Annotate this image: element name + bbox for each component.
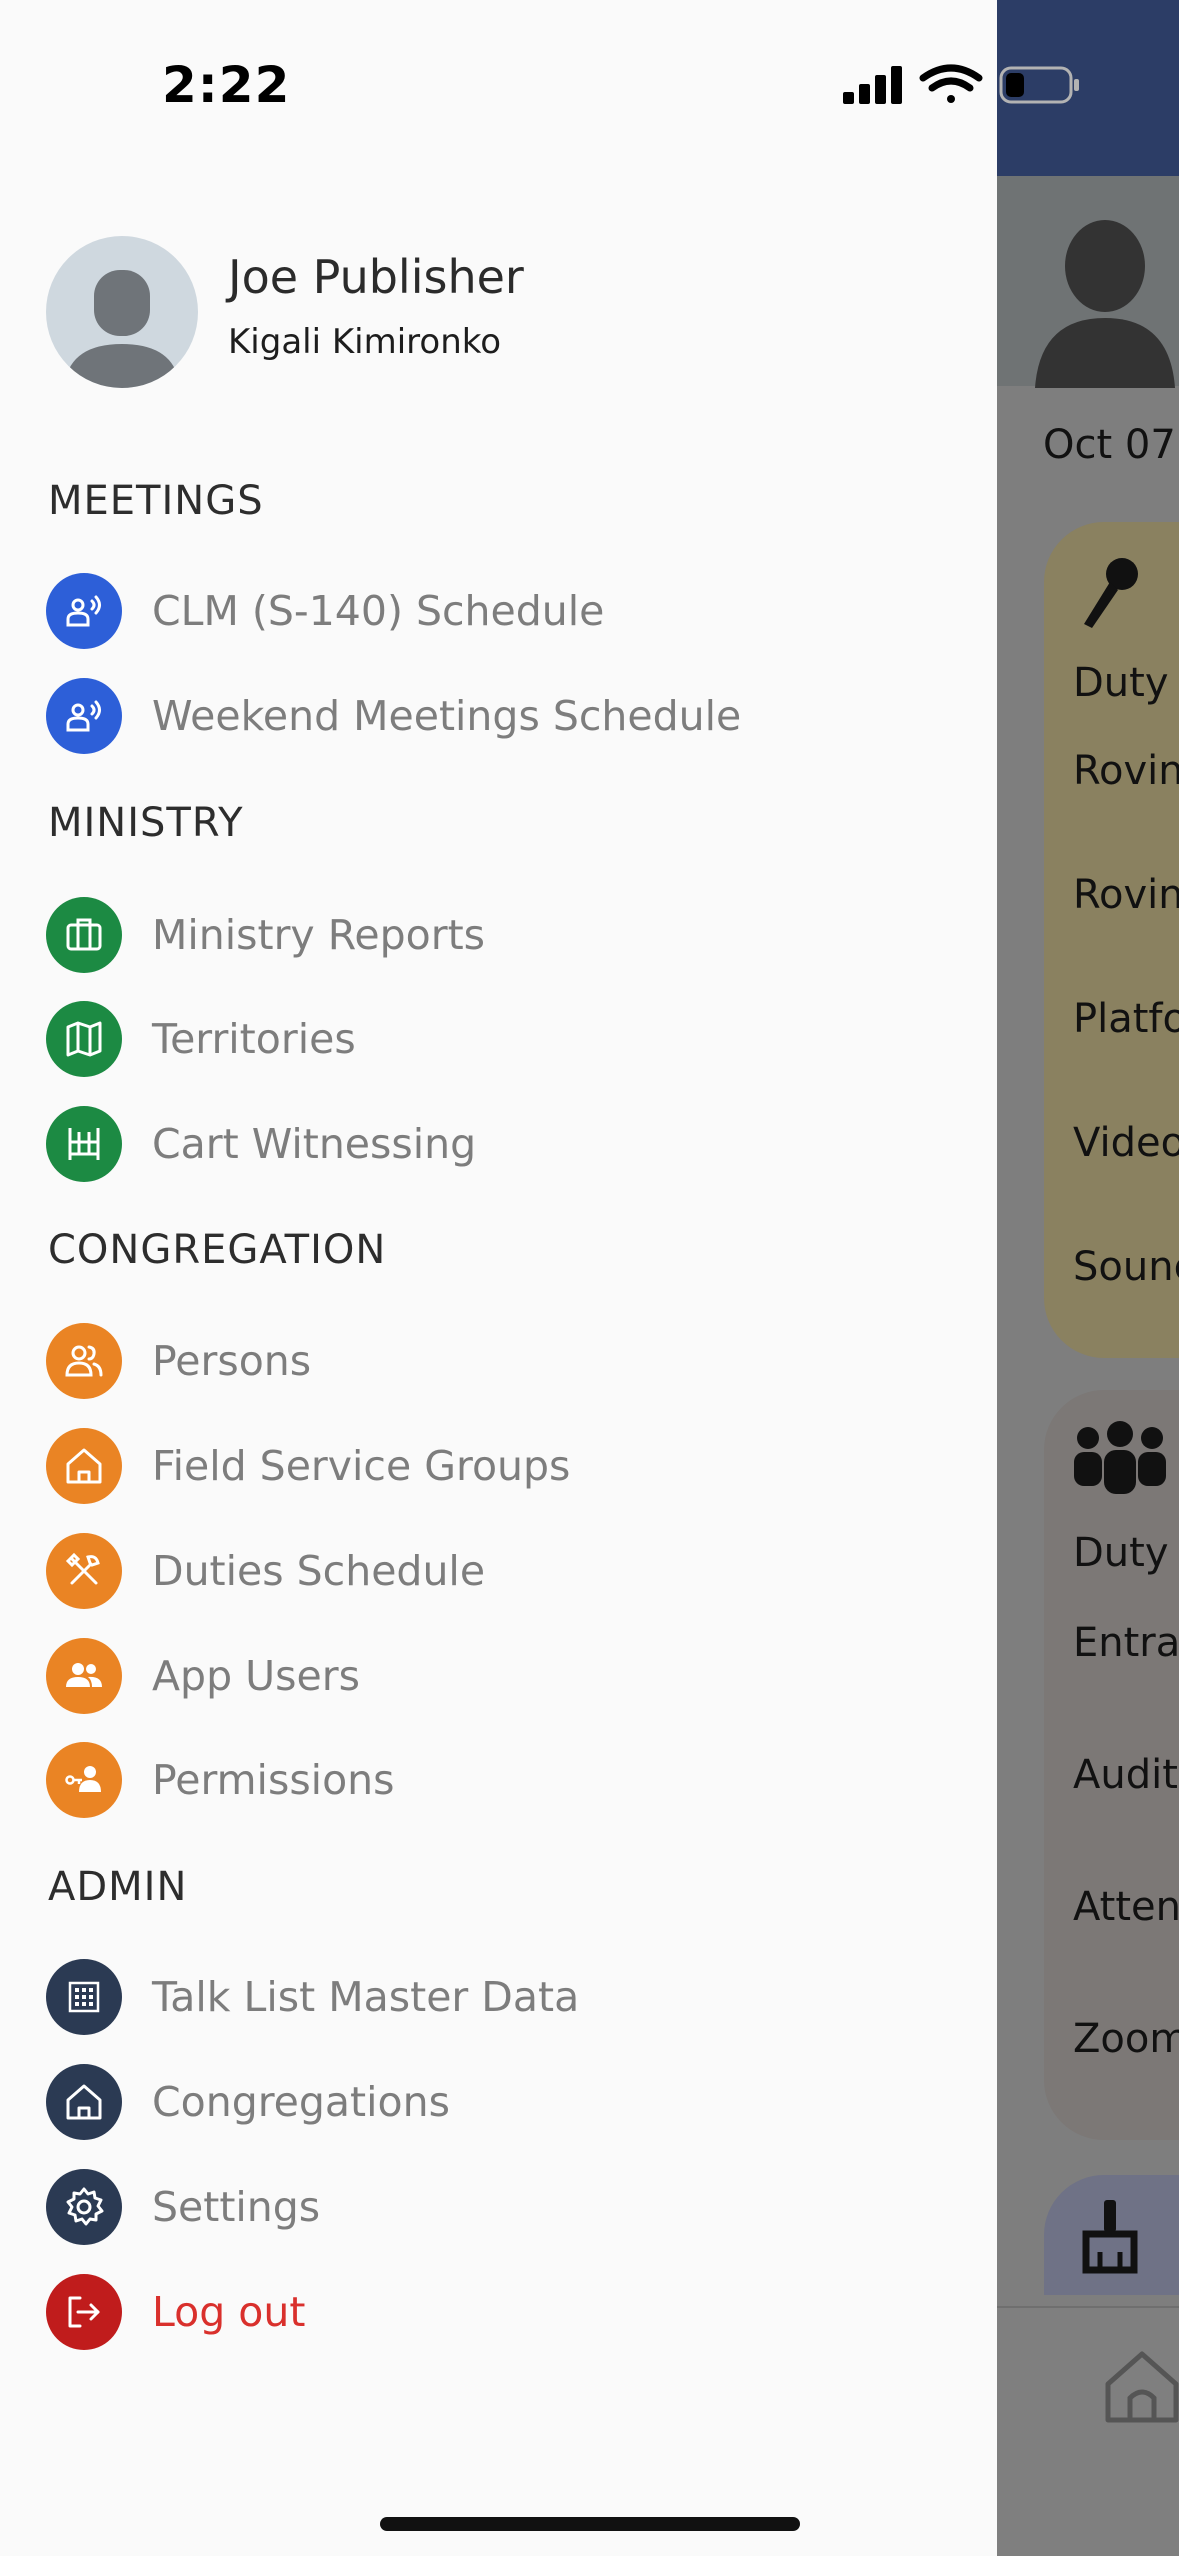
nav-item-label: Duties Schedule [152, 1547, 486, 1595]
card1-row: Duty [1073, 660, 1169, 706]
status-time: 2:22 [162, 56, 291, 114]
navigation-drawer: 2:22 Joe Publisher Kigali Kimironko MEET… [0, 0, 1079, 2556]
status-icons [843, 64, 1079, 104]
tools-icon [46, 1533, 122, 1609]
section-ministry: MINISTRY [48, 800, 244, 846]
users-icon [46, 1638, 122, 1714]
nav-item-label: CLM (S-140) Schedule [152, 587, 605, 635]
card2-row: Audit [1073, 1752, 1178, 1798]
home-icon [46, 1428, 122, 1504]
microphone-icon [1084, 558, 1138, 628]
nav-item-persons[interactable]: Persons [46, 1321, 311, 1401]
nav-item-label: Territories [152, 1015, 356, 1063]
section-meetings: MEETINGS [48, 478, 264, 524]
nav-item-ministry-reports[interactable]: Ministry Reports [46, 895, 485, 975]
nav-item-label: Talk List Master Data [152, 1973, 580, 2021]
nav-item-label: Weekend Meetings Schedule [152, 692, 742, 740]
home-indicator[interactable] [380, 2517, 800, 2531]
nav-item-label: Log out [152, 2288, 306, 2336]
user-avatar-icon [64, 270, 180, 388]
section-admin: ADMIN [48, 1864, 188, 1910]
home-icon [46, 2064, 122, 2140]
user-avatar[interactable] [46, 236, 198, 388]
card1-row: Video [1073, 1120, 1179, 1166]
cart-stand-icon [46, 1106, 122, 1182]
nav-item-duties-schedule[interactable]: Duties Schedule [46, 1531, 485, 1611]
nav-item-cart-witnessing[interactable]: Cart Witnessing [46, 1104, 476, 1184]
user-name: Joe Publisher [228, 250, 524, 304]
section-congregation: CONGREGATION [48, 1227, 387, 1273]
nav-item-label: Ministry Reports [152, 911, 486, 959]
user-congregation: Kigali Kimironko [228, 322, 502, 362]
presenter-broadcast-icon [46, 678, 122, 754]
grid-icon [46, 1959, 122, 2035]
broom-icon [1082, 2200, 1138, 2274]
nav-item-settings[interactable]: Settings [46, 2167, 320, 2247]
nav-item-clm-schedule[interactable]: CLM (S-140) Schedule [46, 571, 604, 651]
card2-row: Entra [1073, 1620, 1179, 1666]
nav-item-label: Congregations [152, 2078, 450, 2126]
card1-row: Rovin [1073, 872, 1179, 918]
nav-item-label: App Users [152, 1652, 360, 1700]
card2-row: Zoom [1073, 2016, 1179, 2062]
briefcase-icon [46, 897, 122, 973]
nav-item-label: Settings [152, 2183, 321, 2231]
card2-row: Duty [1073, 1530, 1169, 1576]
gear-icon [46, 2169, 122, 2245]
card1-row: Rovin [1073, 748, 1179, 794]
nav-item-app-users[interactable]: App Users [46, 1636, 360, 1716]
tab-home-icon[interactable] [1102, 2348, 1179, 2424]
nav-item-congregations[interactable]: Congregations [46, 2062, 450, 2142]
background-card-platform[interactable] [1044, 522, 1179, 1358]
background-date: Oct 07 [1043, 422, 1176, 468]
nav-item-label: Persons [152, 1337, 312, 1385]
background-tab-bar [997, 2306, 1179, 2556]
nav-item-weekend-meetings[interactable]: Weekend Meetings Schedule [46, 676, 741, 756]
map-icon [46, 1001, 122, 1077]
user-key-icon [46, 1742, 122, 1818]
nav-item-label: Permissions [152, 1756, 395, 1804]
people-icon [46, 1323, 122, 1399]
card2-row: Atten [1073, 1884, 1179, 1930]
nav-item-field-service-groups[interactable]: Field Service Groups [46, 1426, 570, 1506]
logout-icon [46, 2274, 122, 2350]
nav-item-permissions[interactable]: Permissions [46, 1740, 395, 1820]
nav-item-territories[interactable]: Territories [46, 999, 356, 1079]
wifi-icon [919, 64, 983, 103]
cellular-signal-icon [843, 66, 902, 104]
background-avatar-icon [1035, 220, 1175, 388]
group-icon [1074, 1421, 1166, 1494]
nav-item-log-out[interactable]: Log out [46, 2272, 305, 2352]
nav-item-label: Cart Witnessing [152, 1120, 477, 1168]
battery-icon [999, 66, 1079, 104]
nav-item-talk-list-master-data[interactable]: Talk List Master Data [46, 1957, 579, 2037]
card1-row: Sounc [1073, 1244, 1179, 1290]
card1-row: Platfo [1073, 996, 1179, 1042]
presenter-broadcast-icon [46, 573, 122, 649]
nav-item-label: Field Service Groups [152, 1442, 571, 1490]
